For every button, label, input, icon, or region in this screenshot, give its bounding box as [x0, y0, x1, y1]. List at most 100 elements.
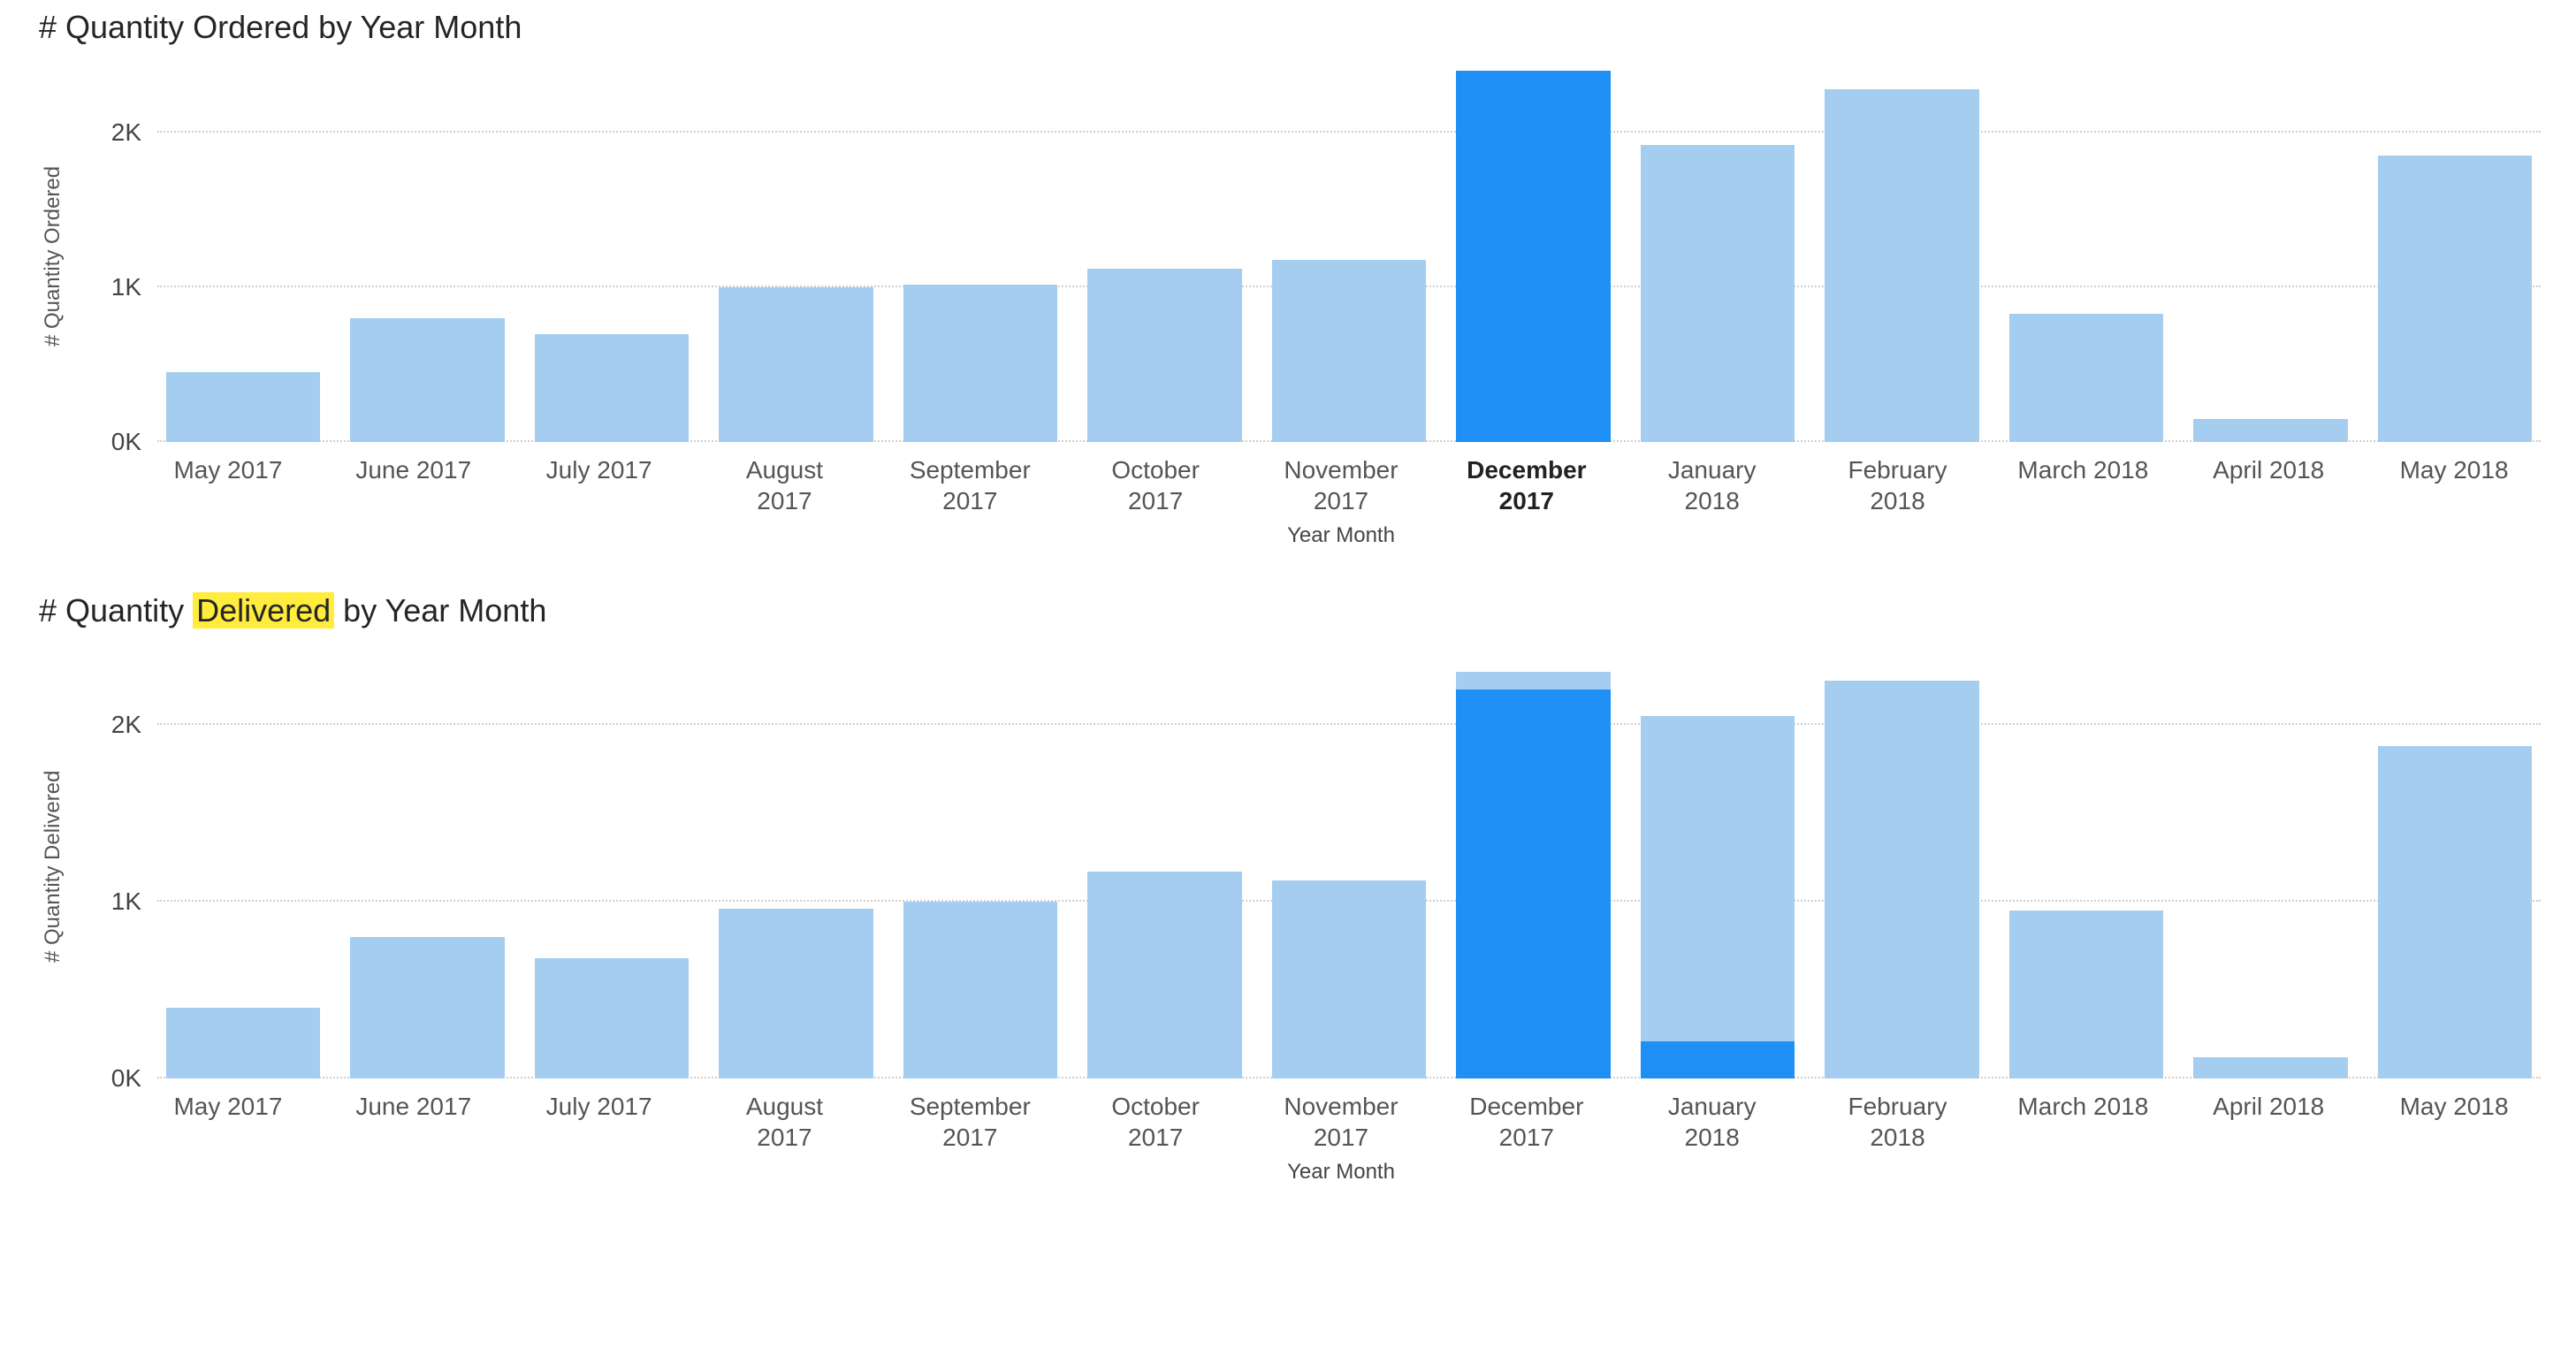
x-tick[interactable]: January2018 [1635, 1091, 1790, 1153]
x-tick[interactable]: March 2018 [2005, 454, 2161, 516]
chart-delivered-y-ticks: 0K1K2K [71, 654, 157, 1078]
bar[interactable] [903, 902, 1057, 1078]
bar[interactable] [166, 372, 320, 442]
bar-slot [2009, 71, 2163, 442]
x-tick[interactable]: September2017 [892, 1091, 1048, 1153]
bar-segment [1641, 145, 1795, 442]
bar[interactable] [719, 287, 873, 442]
bar[interactable] [1087, 269, 1241, 442]
bar[interactable] [2009, 911, 2163, 1078]
chart-delivered-x-ticks: May 2017 June 2017 July 2017 August2017 Sept… [141, 1078, 2541, 1153]
x-tick[interactable]: November2017 [1263, 1091, 1419, 1153]
bar[interactable] [2193, 419, 2347, 442]
x-tick[interactable]: March 2018 [2005, 1091, 2161, 1153]
bar[interactable] [2009, 314, 2163, 442]
x-tick[interactable]: July 2017 [522, 454, 677, 516]
bar[interactable] [1272, 260, 1426, 443]
chart-delivered-title-suffix: by Year Month [334, 592, 546, 629]
bar-segment [1272, 880, 1426, 1078]
x-tick[interactable]: June 2017 [336, 1091, 492, 1153]
bar-slot [2378, 71, 2532, 442]
bar[interactable] [1641, 716, 1795, 1078]
bar[interactable] [535, 334, 689, 443]
bar-slot [350, 654, 504, 1078]
x-tick[interactable]: December2017 [1449, 1091, 1604, 1153]
bar[interactable] [1456, 672, 1610, 1078]
bar[interactable] [1272, 880, 1426, 1078]
x-tick[interactable]: August2017 [707, 454, 863, 516]
x-tick[interactable]: July 2017 [522, 1091, 677, 1153]
chart-delivered-title-prefix: # Quantity [39, 592, 193, 629]
bar-slot [350, 71, 504, 442]
bar-slot [903, 654, 1057, 1078]
bar[interactable] [2378, 746, 2532, 1078]
chart-delivered-x-label: Year Month [141, 1160, 2541, 1185]
x-tick[interactable]: May 2018 [2376, 1091, 2532, 1153]
bar-segment [350, 937, 504, 1078]
bar-segment [2009, 314, 2163, 442]
bar-segment [1825, 89, 1978, 442]
x-tick[interactable]: August2017 [707, 1091, 863, 1153]
x-tick[interactable]: December2017 [1449, 454, 1604, 516]
chart-delivered: # Quantity Delivered by Year Month # Qua… [35, 592, 2541, 1185]
x-tick[interactable]: February2018 [1820, 1091, 1976, 1153]
chart-ordered-bars [157, 71, 2541, 442]
bar[interactable] [535, 958, 689, 1078]
bar[interactable] [2193, 1057, 2347, 1078]
chart-ordered-y-ticks: 0K1K2K [71, 71, 157, 442]
bar[interactable] [1087, 872, 1241, 1078]
x-tick[interactable]: May 2017 [150, 1091, 306, 1153]
chart-delivered-title: # Quantity Delivered by Year Month [39, 592, 2541, 629]
bar[interactable] [903, 285, 1057, 443]
bar-slot [2009, 654, 2163, 1078]
bar-segment [2193, 1057, 2347, 1078]
chart-delivered-plot[interactable] [157, 654, 2541, 1078]
bar-slot [2193, 71, 2347, 442]
bar[interactable] [1825, 681, 1978, 1078]
chart-ordered-title-prefix: # Quantity [39, 9, 193, 45]
x-tick[interactable]: September2017 [892, 454, 1048, 516]
bar-segment [2378, 746, 2532, 1078]
bar-segment [1825, 681, 1978, 1078]
bar-segment [2009, 911, 2163, 1078]
bar-segment-selected [1641, 1041, 1795, 1078]
chart-ordered-plot[interactable] [157, 71, 2541, 442]
chart-ordered-title-suffix: by Year Month [309, 9, 522, 45]
x-tick[interactable]: October2017 [1078, 1091, 1233, 1153]
bar-segment [2378, 156, 2532, 442]
page: # Quantity Ordered by Year Month # Quant… [0, 0, 2576, 1255]
x-tick[interactable]: May 2017 [150, 454, 306, 516]
bar[interactable] [1641, 145, 1795, 442]
bar-segment [535, 958, 689, 1078]
bar-slot [535, 71, 689, 442]
bar-slot [1641, 71, 1795, 442]
x-tick[interactable]: January2018 [1635, 454, 1790, 516]
bar-segment [1641, 716, 1795, 1041]
bar[interactable] [350, 937, 504, 1078]
bar[interactable] [1456, 71, 1610, 442]
bar-slot [719, 654, 873, 1078]
chart-delivered-title-highlight: Delivered [193, 592, 334, 629]
chart-delivered-bars [157, 654, 2541, 1078]
bar[interactable] [1825, 89, 1978, 442]
bar-segment [166, 1008, 320, 1078]
bar-segment [350, 318, 504, 442]
bar-segment [1272, 260, 1426, 443]
bar-slot [166, 71, 320, 442]
x-tick[interactable]: November2017 [1263, 454, 1419, 516]
bar-segment [903, 902, 1057, 1078]
bar-slot [1087, 71, 1241, 442]
bar-slot [166, 654, 320, 1078]
bar[interactable] [719, 909, 873, 1078]
bar-segment [719, 287, 873, 442]
x-tick[interactable]: October2017 [1078, 454, 1233, 516]
x-tick[interactable]: April 2018 [2191, 454, 2346, 516]
x-tick[interactable]: February2018 [1820, 454, 1976, 516]
x-tick[interactable]: April 2018 [2191, 1091, 2346, 1153]
x-tick[interactable]: May 2018 [2376, 454, 2532, 516]
bar[interactable] [2378, 156, 2532, 442]
bar-slot [903, 71, 1057, 442]
x-tick[interactable]: June 2017 [336, 454, 492, 516]
bar[interactable] [166, 1008, 320, 1078]
bar[interactable] [350, 318, 504, 442]
